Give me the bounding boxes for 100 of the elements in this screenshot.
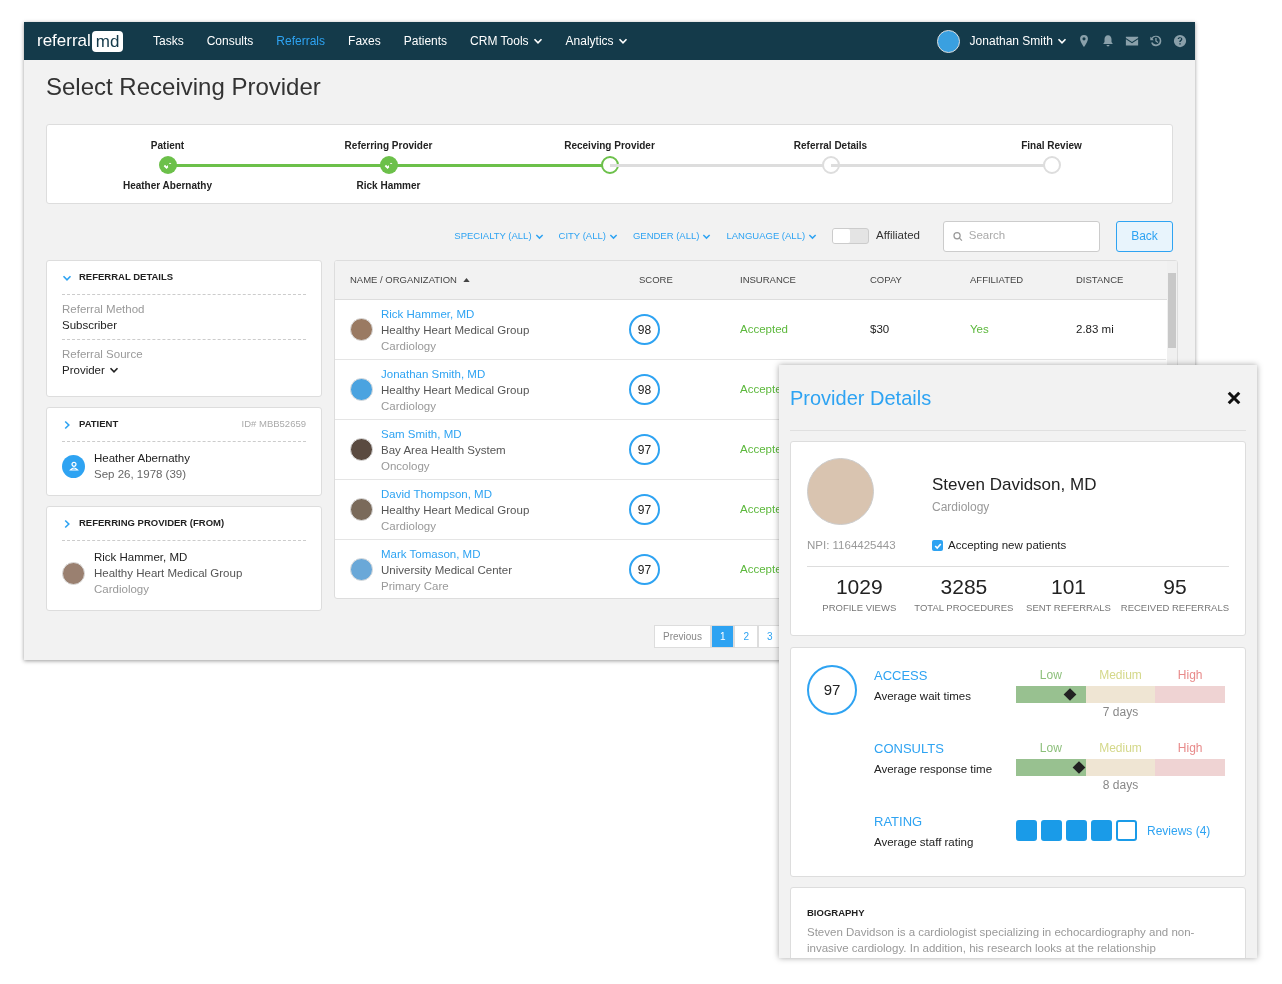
step-marker[interactable] — [158, 156, 177, 174]
search-field[interactable]: Search — [943, 220, 1100, 252]
provider-org: Healthy Heart Medical Group — [94, 566, 243, 581]
checkbox[interactable] — [932, 540, 943, 552]
scale-label: Medium — [1098, 667, 1143, 684]
help-icon[interactable] — [1173, 34, 1187, 48]
affiliated-value: Yes — [970, 322, 989, 335]
stat-value: 95 — [1163, 574, 1187, 601]
npi-number: NPI: 1164425443 — [807, 538, 897, 553]
card-title: REFERRAL DETAILS — [79, 270, 174, 285]
card-title: REFERRING PROVIDER (FROM) — [79, 516, 225, 531]
provider-org: University Medical Center — [381, 562, 512, 578]
insurance-status: Accepted — [740, 322, 788, 335]
column-header[interactable]: INSURANCE — [740, 272, 796, 288]
rating-square — [1116, 820, 1137, 841]
page-title: Select Receiving Provider — [46, 72, 322, 102]
avatar — [350, 438, 373, 461]
column-header[interactable]: DISTANCE — [1076, 272, 1124, 288]
user-menu[interactable]: Jonathan Smith — [969, 32, 1067, 50]
provider-name: Rick Hammer, MD — [94, 550, 189, 565]
provider-org: Healthy Heart Medical Group — [381, 502, 530, 518]
panel-title: Provider Details — [790, 385, 932, 411]
expand-toggle[interactable] — [62, 518, 72, 529]
source-dropdown[interactable]: Provider — [62, 362, 119, 378]
avatar — [350, 318, 373, 341]
stat-value: 1029 — [835, 574, 883, 601]
page-button[interactable]: Previous — [654, 625, 711, 648]
avatar — [350, 498, 373, 521]
rating-square — [1016, 820, 1037, 841]
nav-item[interactable]: Referrals — [264, 32, 337, 50]
metric-reading: 8 days — [1101, 777, 1140, 794]
insurance-status: Accepte — [740, 382, 782, 395]
scale-label: Low — [1038, 667, 1063, 684]
chevron-right-icon — [62, 419, 72, 430]
patient-id: ID# MBB52659 — [241, 417, 306, 432]
step-label: Receiving Provider — [564, 139, 655, 152]
insurance-status: Accepte — [740, 502, 782, 515]
scale-label: High — [1176, 667, 1204, 684]
field-label: Referral Method — [62, 302, 146, 317]
nav-item[interactable]: CRM Tools — [458, 32, 555, 50]
score-badge: 97 — [629, 494, 660, 525]
nav-item[interactable]: Patients — [392, 32, 459, 50]
expand-toggle[interactable] — [62, 419, 72, 430]
toggle-switch[interactable] — [832, 228, 870, 244]
score-badge: 98 — [629, 314, 660, 345]
logo[interactable]: referral md — [37, 28, 124, 54]
column-header[interactable]: AFFILIATED — [970, 272, 1024, 288]
step-marker[interactable] — [1042, 156, 1061, 174]
card-title: PATIENT — [79, 417, 119, 432]
mail-icon[interactable] — [1125, 34, 1139, 48]
column-header[interactable]: NAME / ORGANIZATION — [350, 272, 457, 288]
provider-specialty: Oncology — [381, 458, 431, 474]
copay-value: $30 — [870, 322, 890, 335]
bell-icon[interactable] — [1101, 34, 1115, 48]
distance-value: 2.83 mi — [1076, 322, 1114, 335]
nav-item[interactable]: Consults — [195, 32, 265, 50]
stat-label: RECEIVED REFERRALS — [1120, 601, 1229, 616]
rating-square — [1041, 820, 1062, 841]
history-icon[interactable] — [1149, 34, 1163, 48]
metric-subtitle: Average staff rating — [874, 834, 975, 850]
chevron-down-icon — [532, 36, 543, 46]
chevron-down-icon — [108, 365, 119, 375]
provider-specialty: Cardiology — [932, 498, 991, 516]
nav-item[interactable]: Analytics — [554, 32, 640, 50]
biography-text: Steven Davidson is a cardiologist specializing in echocardiography and non-invasive cardiology. In addition, his research looks at the relationship — [807, 925, 1196, 957]
avatar — [350, 558, 373, 581]
chevron-right-icon — [62, 518, 72, 529]
score-badge: 97 — [807, 665, 857, 715]
column-header[interactable]: SCORE — [639, 272, 673, 288]
provider-specialty: Cardiology — [94, 582, 150, 597]
step-label: Patient — [150, 139, 185, 152]
provider-specialty: Primary Care — [381, 578, 450, 594]
sort-ascending-icon[interactable] — [462, 278, 470, 282]
provider-specialty: Cardiology — [381, 338, 437, 354]
search-input[interactable]: Search — [968, 227, 1090, 245]
rating-square — [1066, 820, 1087, 841]
provider-specialty: Cardiology — [381, 518, 437, 534]
provider-specialty: Cardiology — [381, 398, 437, 414]
chevron-down-icon — [617, 36, 628, 46]
close-button[interactable] — [1227, 389, 1243, 406]
metric-title: ACCESS — [874, 667, 929, 685]
patient-name: Heather Abernathy — [94, 451, 190, 466]
nav-item[interactable]: Faxes — [336, 32, 393, 50]
logo-text: referral — [37, 30, 91, 53]
field-label: Referral Source — [62, 347, 144, 362]
stat-value: 101 — [1050, 574, 1086, 601]
search-icon — [953, 230, 963, 242]
score-badge: 97 — [629, 554, 660, 585]
checkbox-label: Accepting new patients — [948, 538, 1067, 553]
metric-subtitle: Average wait times — [874, 688, 972, 704]
avatar — [62, 561, 85, 585]
location-pin-icon[interactable] — [1077, 34, 1091, 48]
scale-label: Medium — [1098, 740, 1143, 757]
table-row[interactable]: Rick Hammer, MD Healthy Heart Medical Group Cardiology 98 Accepted $30 Yes 2.83 mi — [335, 300, 1166, 360]
metric-title: CONSULTS — [874, 740, 945, 758]
nav-item[interactable]: Tasks — [141, 32, 196, 50]
stat-label: TOTAL PROCEDURES — [914, 601, 1014, 616]
step-label: Referring Provider — [344, 139, 433, 152]
check-icon — [933, 541, 942, 550]
column-header[interactable]: COPAY — [870, 272, 902, 288]
